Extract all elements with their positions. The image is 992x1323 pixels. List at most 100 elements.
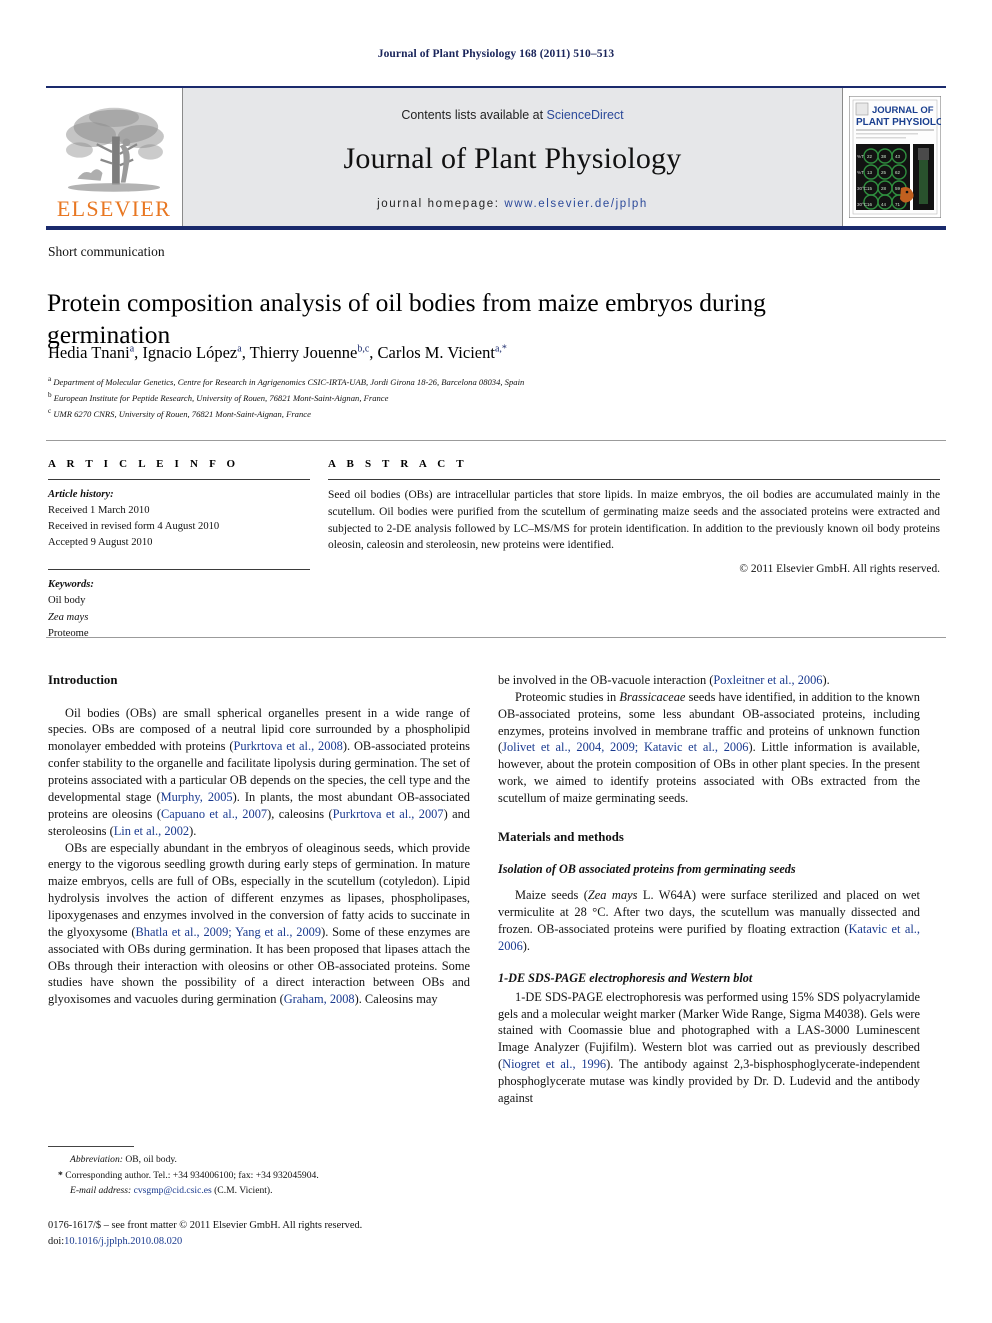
intro-paragraph-2: OBs are especially abundant in the embry… — [48, 840, 470, 1007]
svg-text:PLANT PHYSIOLOGY: PLANT PHYSIOLOGY — [856, 117, 941, 128]
svg-text:25: 25 — [881, 170, 887, 175]
journal-title: Journal of Plant Physiology — [343, 142, 682, 175]
citation-reference[interactable]: Lin et al., 2002 — [114, 824, 189, 838]
article-page: Journal of Plant Physiology 168 (2011) 5… — [0, 0, 992, 1323]
citation-reference[interactable]: Graham, 2008 — [284, 992, 355, 1006]
heading-materials-and-methods: Materials and methods — [498, 829, 624, 844]
contents-available-line: Contents lists available at ScienceDirec… — [401, 108, 623, 122]
article-title: Protein composition analysis of oil bodi… — [47, 288, 766, 350]
journal-homepage-line: journal homepage: www.elsevier.de/jplph — [377, 198, 648, 210]
affiliation-line: a Department of Molecular Genetics, Cent… — [48, 375, 525, 387]
heading-1de-sds-page: 1-DE SDS-PAGE electrophoresis and Wester… — [498, 970, 753, 985]
affiliation-marker: a — [48, 375, 52, 383]
heading-isolation-ob-proteins: Isolation of OB associated proteins from… — [498, 861, 796, 876]
svg-text:JOURNAL OF: JOURNAL OF — [872, 105, 934, 116]
svg-text:28: 28 — [881, 186, 887, 191]
body-column-left: Introduction Oil bodies (OBs) are small … — [48, 672, 470, 1008]
article-info-rule — [48, 479, 310, 480]
footnote-block: Abbreviation: OB, oil body. * Correspond… — [48, 1152, 468, 1199]
article-category: Short communication — [48, 244, 165, 259]
citation-reference[interactable]: Poxleitner et al., 2006 — [713, 673, 822, 687]
italic-term: Brassicaceae — [619, 689, 686, 704]
homepage-prefix: journal homepage: — [377, 198, 505, 210]
affiliation-line: c UMR 6270 CNRS, University of Rouen, 76… — [48, 406, 311, 419]
heading-introduction: Introduction — [48, 673, 118, 687]
isolation-paragraph: Maize seeds (Zea mays L. W64A) were surf… — [498, 888, 920, 953]
keyword-item: Zea mays — [48, 611, 89, 623]
doi-link[interactable]: 10.1016/j.jplph.2010.08.020 — [64, 1236, 182, 1247]
svg-text:%T: %T — [857, 170, 864, 175]
journal-cover-image: JOURNAL OF PLANT PHYSIOLOGY — [848, 96, 941, 218]
svg-text:15: 15 — [867, 186, 873, 191]
svg-text:%T: %T — [857, 154, 864, 159]
corresponding-author-note: * Corresponding author. Tel.: +34 934006… — [58, 1169, 319, 1181]
citation-reference[interactable]: Purkrtova et al., 2008 — [233, 739, 342, 753]
info-section-top-rule — [46, 440, 946, 441]
doi-line: doi:10.1016/j.jplph.2010.08.020 — [48, 1235, 183, 1247]
intro-paragraph-1: Oil bodies (OBs) are small spherical org… — [48, 705, 470, 838]
svg-text:22: 22 — [867, 154, 873, 159]
affiliation-line: b European Institute for Peptide Researc… — [48, 390, 389, 403]
svg-text:59: 59 — [895, 186, 901, 191]
footnote-rule — [48, 1146, 134, 1147]
citation-reference[interactable]: Capuano et al., 2007 — [161, 807, 267, 821]
journal-cover-block: JOURNAL OF PLANT PHYSIOLOGY — [843, 88, 946, 226]
sds-page-paragraph: 1-DE SDS-PAGE electrophoresis was perfor… — [498, 989, 920, 1105]
svg-text:38: 38 — [881, 154, 887, 159]
elsevier-tree-icon — [55, 102, 173, 198]
elsevier-logo-block: ELSEVIER — [46, 88, 183, 226]
keywords-label: Keywords: — [48, 579, 94, 591]
abstract-text: Seed oil bodies (OBs) are intracellular … — [328, 489, 940, 552]
svg-text:43: 43 — [895, 154, 901, 159]
elsevier-wordmark: ELSEVIER — [56, 196, 172, 221]
running-head: Journal of Plant Physiology 168 (2011) 5… — [377, 48, 615, 60]
keywords-block: Keywords: Oil body Zea mays Proteome — [48, 577, 310, 641]
abbreviation-label: Abbreviation: — [70, 1154, 123, 1165]
svg-text:16: 16 — [867, 202, 873, 207]
keyword-item: Oil body — [48, 595, 86, 607]
history-revised: Received in revised form 4 August 2010 — [48, 521, 220, 533]
affiliation-marker: c — [48, 406, 52, 415]
citation-reference[interactable]: Jolivet et al., 2004, 2009; Katavic et a… — [502, 740, 748, 754]
masthead-center: Contents lists available at ScienceDirec… — [183, 88, 843, 226]
corresponding-marker: * — [58, 1169, 63, 1181]
abbreviation-note: Abbreviation: OB, oil body. — [70, 1154, 177, 1165]
keyword-item: Proteome — [48, 627, 89, 639]
intro-continuation: be involved in the OB-vacuole interactio… — [498, 673, 830, 687]
email-label: E-mail address: — [70, 1185, 132, 1197]
contents-prefix: Contents lists available at — [401, 108, 547, 122]
author-list: Hedia Tnania, Ignacio Lópeza, Thierry Jo… — [48, 343, 507, 362]
email-note: E-mail address: cvsgmp@cid.csic.es (C.M.… — [70, 1185, 273, 1197]
abstract-heading: A B S T R A C T — [328, 458, 468, 470]
article-history-block: Article history: Received 1 March 2010 R… — [48, 487, 310, 551]
body-column-right: be involved in the OB-vacuole interactio… — [498, 672, 920, 1107]
italic-term: Zea mays — [587, 888, 638, 903]
article-info-column: A R T I C L E I N F O Article history: R… — [48, 458, 310, 642]
article-info-heading: A R T I C L E I N F O — [48, 458, 240, 470]
journal-masthead: ELSEVIER Contents lists available at Sci… — [46, 86, 946, 226]
abstract-column: A B S T R A C T Seed oil bodies (OBs) ar… — [328, 458, 940, 575]
citation-reference[interactable]: Purkrtova et al., 2007 — [333, 807, 444, 821]
abstract-rule — [328, 479, 940, 480]
svg-text:44: 44 — [881, 202, 887, 207]
citation-reference[interactable]: Niogret et al., 1996 — [502, 1057, 606, 1071]
affiliation-list: a Department of Molecular Genetics, Cent… — [48, 374, 908, 421]
history-received: Received 1 March 2010 — [48, 505, 150, 517]
homepage-url-link[interactable]: www.elsevier.de/jplph — [504, 198, 648, 210]
keywords-rule — [48, 569, 310, 571]
citation-reference[interactable]: Katavic et al., 2006 — [498, 922, 920, 953]
abstract-copyright: © 2011 Elsevier GmbH. All rights reserve… — [739, 563, 940, 576]
svg-text:62: 62 — [895, 170, 901, 175]
email-link[interactable]: cvsgmp@cid.csic.es — [134, 1185, 212, 1196]
history-accepted: Accepted 9 August 2010 — [48, 537, 153, 549]
svg-text:13: 13 — [867, 170, 873, 175]
issn-front-matter: 0176-1617/$ – see front matter © 2011 El… — [48, 1220, 363, 1231]
sciencedirect-link[interactable]: ScienceDirect — [547, 108, 624, 122]
citation-reference[interactable]: Murphy, 2005 — [161, 790, 233, 804]
proteomic-paragraph: Proteomic studies in Brassicaceae seeds … — [498, 689, 921, 806]
article-history-label: Article history: — [48, 489, 114, 500]
imprint-block: 0176-1617/$ – see front matter © 2011 El… — [48, 1218, 508, 1249]
citation-reference[interactable]: Bhatla et al., 2009; Yang et al., 2009 — [136, 925, 322, 939]
svg-text:71: 71 — [895, 202, 901, 207]
affiliation-marker: b — [48, 390, 52, 399]
